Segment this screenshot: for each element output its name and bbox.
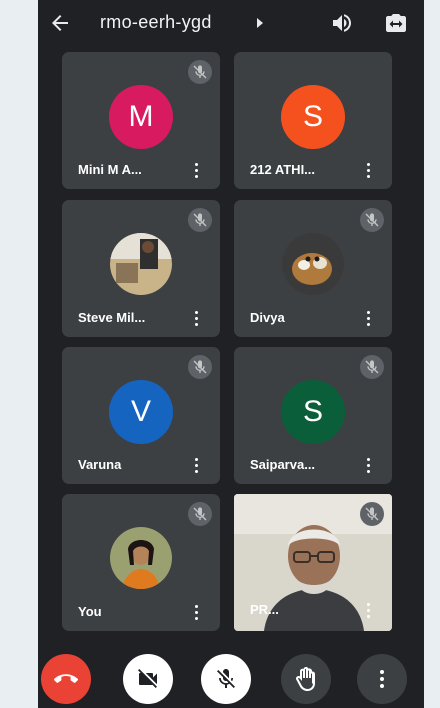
meet-call-screen: rmo-eerh-ygd M Mini M A... S 212 ATHI...… <box>38 0 424 708</box>
participant-tile[interactable]: Divya <box>234 200 392 337</box>
camera-toggle-button[interactable] <box>123 654 173 704</box>
mic-off-icon <box>360 208 384 232</box>
more-options-button[interactable] <box>357 654 407 704</box>
mic-off-icon <box>188 208 212 232</box>
participant-tile[interactable]: S Saiparva... <box>234 347 392 484</box>
mic-off-icon <box>188 355 212 379</box>
more-vert-icon[interactable] <box>195 311 199 329</box>
participant-name: You <box>78 604 102 619</box>
switch-camera-icon[interactable] <box>384 11 408 35</box>
participant-name: Varuna <box>78 457 122 472</box>
more-vert-icon[interactable] <box>195 163 199 181</box>
more-vert-icon[interactable] <box>195 458 199 476</box>
participant-tile[interactable]: V Varuna <box>62 347 220 484</box>
raise-hand-button[interactable] <box>281 654 331 704</box>
avatar-photo <box>110 233 172 295</box>
mic-off-icon <box>188 60 212 84</box>
avatar-photo <box>110 527 172 589</box>
arrow-left-icon[interactable] <box>48 11 72 35</box>
caret-right-icon[interactable] <box>257 18 263 28</box>
avatar: V <box>109 380 173 444</box>
leave-call-button[interactable] <box>41 654 91 704</box>
end-call-icon <box>54 674 78 683</box>
avatar-photo <box>282 233 344 295</box>
more-vert-icon[interactable] <box>367 603 371 621</box>
more-vert-icon[interactable] <box>195 605 199 623</box>
participant-video-tile[interactable]: PR... <box>234 494 392 631</box>
video-off-icon <box>138 669 157 688</box>
participant-tile[interactable]: M Mini M A... <box>62 52 220 189</box>
more-vert-icon <box>380 670 384 688</box>
mic-off-icon <box>217 669 235 688</box>
participant-name: Divya <box>250 310 285 325</box>
participant-name: Saiparva... <box>250 457 316 472</box>
hand-icon <box>296 667 315 691</box>
more-vert-icon[interactable] <box>367 163 371 181</box>
participant-tile[interactable]: You <box>62 494 220 631</box>
participant-name: Mini M A... <box>78 162 142 177</box>
speaker-icon[interactable] <box>330 11 354 35</box>
avatar: M <box>109 85 173 149</box>
participant-tile[interactable]: Steve Mil... <box>62 200 220 337</box>
participant-name: Steve Mil... <box>78 310 146 325</box>
participant-name: PR... <box>250 602 279 617</box>
meeting-code[interactable]: rmo-eerh-ygd <box>100 12 212 33</box>
top-bar: rmo-eerh-ygd <box>38 0 424 46</box>
mic-off-icon <box>360 502 384 526</box>
more-vert-icon[interactable] <box>367 458 371 476</box>
mic-off-icon <box>188 502 212 526</box>
avatar: S <box>281 380 345 444</box>
mic-toggle-button[interactable] <box>201 654 251 704</box>
more-vert-icon[interactable] <box>367 311 371 329</box>
avatar: S <box>281 85 345 149</box>
participant-name: 212 ATHI... <box>250 162 316 177</box>
participant-tile[interactable]: S 212 ATHI... <box>234 52 392 189</box>
mic-off-icon <box>360 355 384 379</box>
